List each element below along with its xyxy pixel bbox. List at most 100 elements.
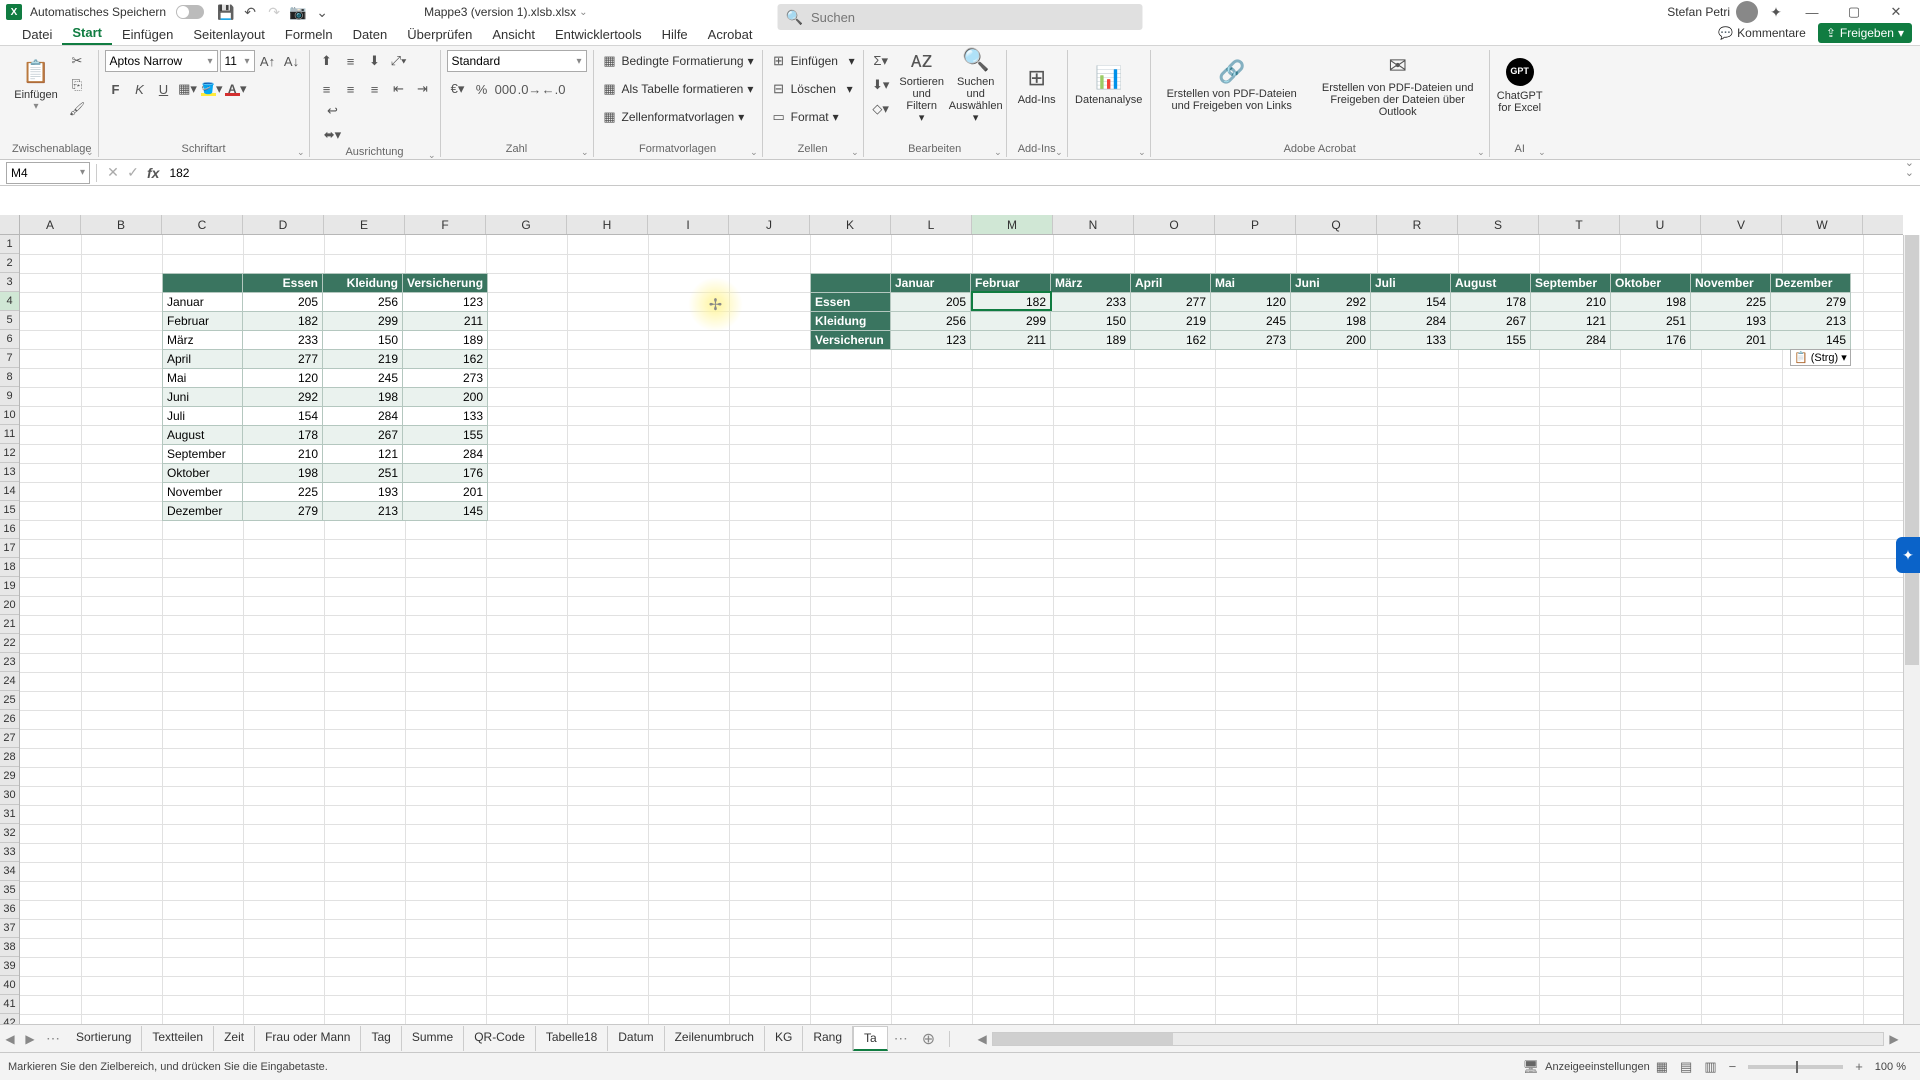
hscroll-track[interactable]: [992, 1032, 1884, 1046]
row-header[interactable]: 27: [0, 729, 19, 748]
table-cell[interactable]: 201: [403, 483, 488, 502]
row-header[interactable]: 14: [0, 482, 19, 501]
table-cell[interactable]: 219: [1131, 312, 1211, 331]
fill-color-icon[interactable]: 🪣▾: [201, 78, 223, 100]
table-cell[interactable]: 219: [323, 350, 403, 369]
italic-icon[interactable]: K: [129, 78, 151, 100]
column-header[interactable]: K: [810, 215, 891, 234]
sheet-tab[interactable]: Zeit: [214, 1026, 255, 1051]
tab-daten[interactable]: Daten: [343, 24, 398, 45]
table-cell[interactable]: 155: [403, 426, 488, 445]
table-cell[interactable]: 182: [243, 312, 323, 331]
column-header[interactable]: B: [81, 215, 162, 234]
row-header[interactable]: 6: [0, 330, 19, 349]
find-select-button[interactable]: 🔍Suchen und Auswählen▾: [952, 50, 1000, 122]
tab-entwicklertools[interactable]: Entwicklertools: [545, 24, 652, 45]
column-header[interactable]: E: [324, 215, 405, 234]
sheet-tab[interactable]: Tag: [361, 1026, 401, 1051]
maximize-button[interactable]: ▢: [1836, 1, 1872, 23]
row-header[interactable]: 5: [0, 311, 19, 330]
row-header[interactable]: 23: [0, 653, 19, 672]
row-header[interactable]: 36: [0, 900, 19, 919]
camera-icon[interactable]: 📷: [289, 3, 307, 21]
tab-formeln[interactable]: Formeln: [275, 24, 343, 45]
column-header[interactable]: V: [1701, 215, 1782, 234]
table-cell[interactable]: 211: [403, 312, 488, 331]
autosum-icon[interactable]: Σ▾: [870, 50, 892, 72]
tab-ansicht[interactable]: Ansicht: [482, 24, 545, 45]
table-cell[interactable]: 292: [1291, 293, 1371, 312]
column-header[interactable]: W: [1782, 215, 1863, 234]
wrap-text-icon[interactable]: ↩: [322, 100, 344, 122]
table-header[interactable]: [163, 274, 243, 293]
table-cell[interactable]: Juli: [163, 407, 243, 426]
row-header[interactable]: 41: [0, 995, 19, 1014]
table-cell[interactable]: 182: [971, 293, 1051, 312]
format-cells-button[interactable]: ▭Format ▾: [769, 106, 841, 128]
sheet-tab[interactable]: Tabelle18: [536, 1026, 608, 1051]
font-name-selector[interactable]: Aptos Narrow▾: [105, 50, 218, 72]
worksheet-area[interactable]: ABCDEFGHIJKLMNOPQRSTUVW 1234567891011121…: [0, 215, 1920, 1024]
sheet-tab[interactable]: Zeilenumbruch: [665, 1026, 765, 1051]
table-cell[interactable]: 213: [1771, 312, 1851, 331]
table-cell[interactable]: 120: [1211, 293, 1291, 312]
table-header[interactable]: April: [1131, 274, 1211, 293]
column-header[interactable]: F: [405, 215, 486, 234]
bold-icon[interactable]: F: [105, 78, 127, 100]
cut-icon[interactable]: ✂: [66, 50, 88, 72]
table-cell[interactable]: 133: [403, 407, 488, 426]
table-cell[interactable]: 267: [323, 426, 403, 445]
table-cell[interactable]: 145: [403, 502, 488, 521]
zoom-in-button[interactable]: +: [1849, 1059, 1869, 1074]
sheet-tab[interactable]: Datum: [608, 1026, 664, 1051]
view-page-break-icon[interactable]: ▥: [1698, 1059, 1722, 1075]
row-header[interactable]: 22: [0, 634, 19, 653]
underline-icon[interactable]: U: [153, 78, 175, 100]
row-header[interactable]: 3: [0, 273, 19, 292]
table-cell[interactable]: 162: [1131, 331, 1211, 350]
table-header[interactable]: März: [1051, 274, 1131, 293]
document-title-dropdown-icon[interactable]: ⌄: [579, 7, 587, 18]
table-cell[interactable]: 162: [403, 350, 488, 369]
table-header[interactable]: Juli: [1371, 274, 1451, 293]
table-header[interactable]: Juni: [1291, 274, 1371, 293]
table-header[interactable]: November: [1691, 274, 1771, 293]
table-cell[interactable]: 273: [403, 369, 488, 388]
table-cell[interactable]: 245: [323, 369, 403, 388]
table-cell[interactable]: 178: [243, 426, 323, 445]
orientation-icon[interactable]: ⤢▾: [388, 50, 410, 72]
table-cell[interactable]: 200: [1291, 331, 1371, 350]
table-cell[interactable]: 154: [243, 407, 323, 426]
tab-hilfe[interactable]: Hilfe: [652, 24, 698, 45]
column-header[interactable]: S: [1458, 215, 1539, 234]
conditional-formatting-button[interactable]: ▦Bedingte Formatierung ▾: [600, 50, 756, 72]
row-header[interactable]: 37: [0, 919, 19, 938]
row-header[interactable]: 4: [0, 292, 19, 311]
table-cell[interactable]: 299: [323, 312, 403, 331]
vertical-scroll-thumb[interactable]: [1905, 235, 1919, 665]
cancel-formula-icon[interactable]: ✕: [103, 163, 123, 183]
column-header[interactable]: A: [20, 215, 81, 234]
table-cell[interactable]: 200: [403, 388, 488, 407]
undo-icon[interactable]: ↶: [241, 3, 259, 21]
column-headers[interactable]: ABCDEFGHIJKLMNOPQRSTUVW: [20, 215, 1903, 235]
table-cell[interactable]: 225: [243, 483, 323, 502]
decrease-font-icon[interactable]: A↓: [281, 50, 303, 72]
row-header[interactable]: 35: [0, 881, 19, 900]
table-header[interactable]: Oktober: [1611, 274, 1691, 293]
row-header[interactable]: 18: [0, 558, 19, 577]
table-cell[interactable]: September: [163, 445, 243, 464]
ribbon-collapse-icon[interactable]: ⌄: [1905, 156, 1914, 169]
table-cell[interactable]: 211: [971, 331, 1051, 350]
name-box[interactable]: M4▾: [6, 162, 90, 184]
minimize-button[interactable]: —: [1794, 1, 1830, 23]
table-cell[interactable]: 120: [243, 369, 323, 388]
table-cell[interactable]: 198: [1611, 293, 1691, 312]
increase-decimal-icon[interactable]: .0→: [519, 78, 541, 100]
zoom-value[interactable]: 100 %: [1869, 1061, 1912, 1073]
table-cell[interactable]: 284: [403, 445, 488, 464]
column-header[interactable]: M: [972, 215, 1053, 234]
sheet-tab[interactable]: Ta: [853, 1026, 888, 1051]
acrobat-links-button[interactable]: 🔗Erstellen von PDF-Dateien und Freigeben…: [1157, 50, 1307, 122]
table-cell[interactable]: 256: [891, 312, 971, 331]
